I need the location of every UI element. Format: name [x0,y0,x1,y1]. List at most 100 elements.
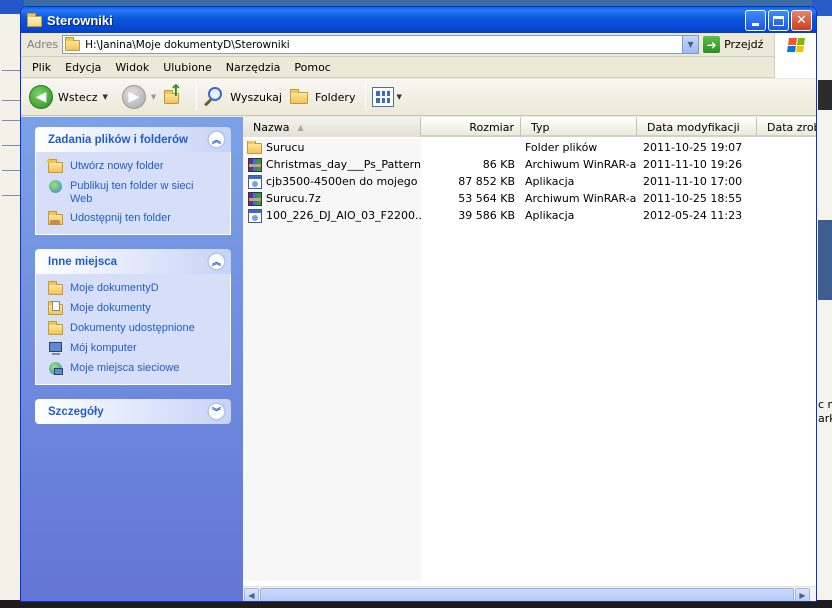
file-type: Archiwum WinRAR-a [525,158,637,171]
other-places-body: Moje dokumentyD Moje dokumenty Dokumenty… [35,274,231,385]
task-new-folder[interactable]: ✦ Utwórz nowy folder [45,157,224,174]
folder-icon [48,321,64,336]
file-row[interactable]: Surucu.7z 53 564 KB Archiwum WinRAR-a 20… [243,190,803,207]
column-size[interactable]: Rozmiar [421,117,521,137]
task-label[interactable]: Moje miejsca sieciowe [70,362,179,375]
close-button[interactable]: ✕ [791,10,812,31]
title-bar[interactable]: Sterowniki ✕ [21,7,816,33]
menu-favorites[interactable]: Ulubione [156,61,219,74]
task-label[interactable]: Dokumenty udostępnione [70,322,195,335]
file-tasks-header[interactable]: Zadania plików i folderów ︽ [35,127,231,152]
go-button[interactable]: ➜ Przejdź [703,36,763,53]
globe-icon [48,180,64,194]
task-label[interactable]: Utwórz nowy folder [70,160,164,173]
address-dropdown-button[interactable]: ▼ [682,36,699,53]
windows-logo [774,33,816,57]
forward-button[interactable]: ▶ ▼ [121,85,156,109]
menu-view[interactable]: Widok [108,61,156,74]
menu-file[interactable]: Plik [25,61,58,74]
task-label[interactable]: Moje dokumenty [70,302,151,315]
column-date-created[interactable]: Data zrob [757,117,816,137]
background-divider [2,170,22,171]
background-divider [2,120,22,121]
column-type[interactable]: Typ [521,117,637,137]
column-label: Typ [531,120,550,134]
background-panel [818,220,832,300]
chevron-down-icon[interactable]: ▼ [103,93,108,101]
computer-icon [48,342,64,356]
column-name[interactable]: Nazwa ▲ [243,117,421,137]
documents-folder-icon [48,301,64,316]
task-publish-web[interactable]: Publikuj ten folder w sieci Web [48,180,224,206]
minimize-icon [752,23,759,26]
collapse-icon[interactable]: ︽ [208,253,225,270]
column-date-modified[interactable]: Data modyfikacji [637,117,757,137]
background-text: c n ark [818,398,832,425]
horizontal-scrollbar[interactable]: ◀ ▶ [243,586,816,601]
chevron-down-icon[interactable]: ▼ [396,93,401,101]
maximize-icon [773,15,784,26]
place-my-computer[interactable]: Mój komputer [48,342,224,356]
background-divider [2,195,22,196]
sort-ascending-icon: ▲ [297,122,304,132]
search-icon [203,86,225,108]
menu-help[interactable]: Pomoc [287,61,337,74]
file-date: 2011-10-25 18:55 [643,192,743,205]
back-arrow-icon: ◀ [29,85,53,109]
search-button[interactable]: Wyszukaj [203,86,282,108]
up-folder-button[interactable]: ↑ [164,83,186,109]
address-bar: Adres H:\Janina\Moje dokumentyD\Sterowni… [21,33,816,57]
menu-edit[interactable]: Edycja [58,61,108,74]
explorer-window: Sterowniki ✕ Adres H:\Janina\Moje dokume… [20,6,817,602]
file-row[interactable]: cjb3500-4500en do mojego L... 87 852 KB … [243,173,803,190]
folders-button[interactable]: Foldery [289,89,356,105]
folders-label: Foldery [314,90,356,104]
place-shared-documents[interactable]: Dokumenty udostępnione [48,321,224,336]
menu-tools[interactable]: Narzędzia [219,61,288,74]
collapse-icon[interactable]: ︽ [208,131,225,148]
file-date: 2011-10-25 19:07 [643,141,743,154]
task-share-folder[interactable]: Udostępnij ten folder [48,211,224,226]
chevron-down-icon[interactable]: ▼ [151,93,156,101]
details-header[interactable]: Szczegóły ︾ [35,399,231,424]
place-network-places[interactable]: Moje miejsca sieciowe [48,362,224,376]
menu-bar: Plik Edycja Widok Ulubione Narzędzia Pom… [21,57,816,78]
toolbar: ◀ Wstecz ▼ ▶ ▼ ↑ Wyszukaj Foldery ▼ [21,79,816,116]
file-size: 86 KB [482,158,515,171]
scroll-right-button[interactable]: ▶ [795,588,810,601]
place-my-documents[interactable]: Moje dokumenty [48,301,224,316]
column-label: Data zrob [767,120,816,134]
maximize-button[interactable] [768,10,789,31]
new-folder-icon: ✦ [45,157,64,174]
toolbar-separator [196,84,198,110]
expand-icon[interactable]: ︾ [208,403,225,420]
scrollbar-thumb[interactable] [260,588,794,601]
windows-flag-icon [786,38,805,52]
place-my-documents-d[interactable]: Moje dokumentyD [48,281,224,296]
folder-icon [65,36,81,52]
back-label: Wstecz [58,90,98,104]
task-label[interactable]: Mój komputer [70,342,137,355]
other-places-header[interactable]: Inne miejsca ︽ [35,249,231,274]
task-label[interactable]: Udostępnij ten folder [70,212,171,225]
file-type: Archiwum WinRAR-a [525,192,637,205]
file-date: 2011-11-10 19:26 [643,158,743,171]
winrar-icon [247,157,263,172]
scroll-left-button[interactable]: ◀ [244,588,259,601]
back-button[interactable]: ◀ Wstecz ▼ [29,85,108,109]
file-row[interactable]: Christmas_day___Ps_Pattern... 86 KB Arch… [243,156,803,173]
task-label[interactable]: Publikuj ten folder w sieci Web [70,180,194,206]
close-icon: ✕ [796,13,807,28]
forward-arrow-icon: ▶ [121,85,146,109]
file-name: Surucu.7z [266,192,321,205]
file-date: 2011-11-10 17:00 [643,175,743,188]
views-button[interactable]: ▼ [372,87,402,107]
file-row[interactable]: 100_226_DJ_AIO_03_F2200... 39 586 KB Apl… [243,207,803,224]
file-size: 87 852 KB [458,175,515,188]
task-label[interactable]: Moje dokumentyD [70,282,159,295]
file-row[interactable]: Surucu Folder plików 2011-10-25 19:07 [243,139,803,156]
minimize-button[interactable] [745,10,766,31]
address-value[interactable]: H:\Janina\Moje dokumentyD\Sterowniki [85,39,290,51]
address-input[interactable]: H:\Janina\Moje dokumentyD\Sterowniki ▼ [62,35,700,54]
file-date: 2012-05-24 11:23 [643,209,743,222]
